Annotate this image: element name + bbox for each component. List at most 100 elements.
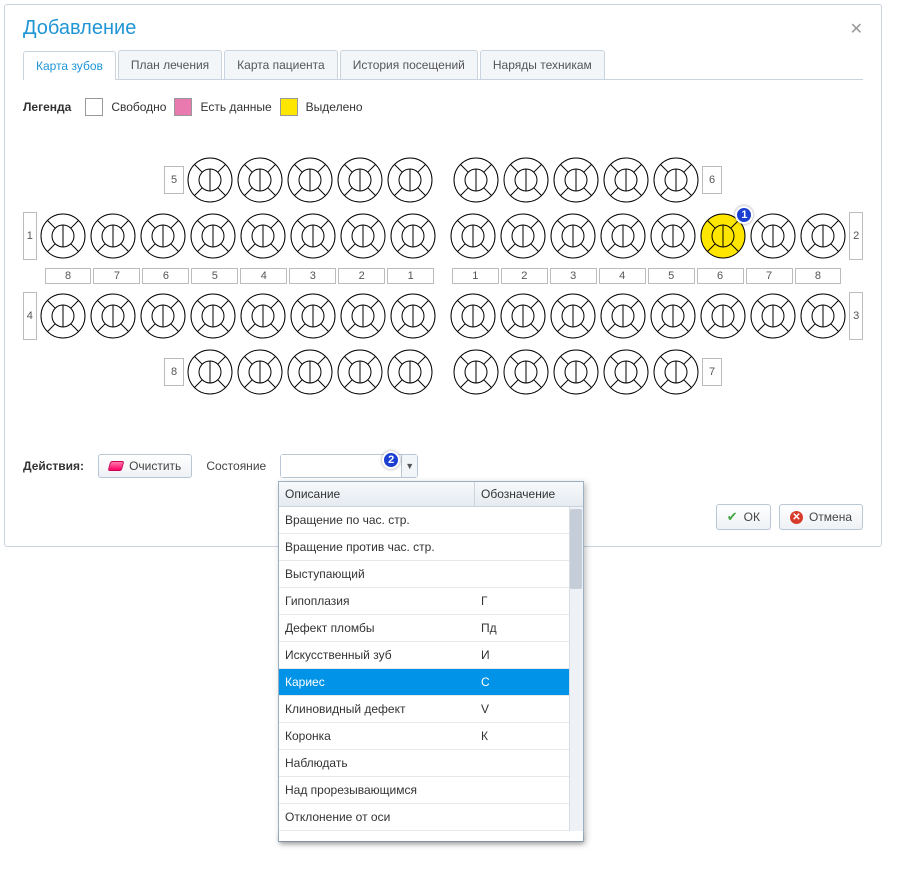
tooth[interactable] bbox=[502, 156, 550, 204]
tooth[interactable] bbox=[452, 156, 500, 204]
dropdown-row[interactable]: Наблюдать bbox=[279, 750, 583, 777]
dropdown-cell-desc: Коронка bbox=[279, 723, 475, 749]
tooth[interactable] bbox=[549, 292, 597, 340]
tab-0[interactable]: Карта зубов bbox=[23, 51, 116, 80]
tooth[interactable] bbox=[286, 156, 334, 204]
dropdown-scroll-thumb[interactable] bbox=[570, 509, 582, 589]
dropdown-cell-desc: Отклонение от оси bbox=[279, 804, 475, 830]
legend-selected-label: Выделено bbox=[306, 100, 363, 114]
dropdown-row[interactable]: Над прорезывающимся bbox=[279, 777, 583, 804]
tooth[interactable] bbox=[499, 212, 547, 260]
quadrant-label: 3 bbox=[849, 292, 863, 340]
tooth-number: 1 bbox=[452, 268, 499, 284]
tooth[interactable] bbox=[289, 292, 337, 340]
tooth[interactable] bbox=[649, 292, 697, 340]
dropdown-row[interactable]: КариесС bbox=[279, 669, 583, 696]
dropdown-cell-code bbox=[475, 804, 583, 830]
tooth[interactable] bbox=[186, 348, 234, 396]
tooth[interactable] bbox=[339, 292, 387, 340]
dropdown-cell-code bbox=[475, 561, 583, 587]
tooth[interactable] bbox=[699, 292, 747, 340]
tooth[interactable] bbox=[239, 292, 287, 340]
tooth[interactable] bbox=[139, 212, 187, 260]
dropdown-row[interactable]: Отклонение от оси bbox=[279, 804, 583, 831]
dropdown-cell-code bbox=[475, 750, 583, 776]
tooth[interactable] bbox=[89, 212, 137, 260]
tooth[interactable] bbox=[599, 212, 647, 260]
tooth[interactable] bbox=[502, 348, 550, 396]
tooth[interactable] bbox=[39, 292, 87, 340]
tooth[interactable] bbox=[652, 156, 700, 204]
dropdown-row[interactable]: ГипоплазияГ bbox=[279, 588, 583, 615]
tooth[interactable] bbox=[652, 348, 700, 396]
quadrant-label: 2 bbox=[849, 212, 863, 260]
tooth[interactable] bbox=[389, 292, 437, 340]
tooth[interactable] bbox=[339, 212, 387, 260]
dropdown-cell-code: V bbox=[475, 696, 583, 722]
tooth[interactable] bbox=[799, 212, 847, 260]
tooth[interactable] bbox=[236, 348, 284, 396]
dropdown-row[interactable]: Вращение против час. стр. bbox=[279, 534, 583, 561]
tooth[interactable] bbox=[552, 156, 600, 204]
tooth[interactable] bbox=[452, 348, 500, 396]
tooth-number: 8 bbox=[795, 268, 842, 284]
cancel-button[interactable]: ✕ Отмена bbox=[779, 504, 863, 530]
dropdown-body: Вращение по час. стр.Вращение против час… bbox=[279, 507, 583, 831]
tab-3[interactable]: История посещений bbox=[340, 50, 478, 79]
tooth[interactable] bbox=[336, 348, 384, 396]
tooth[interactable] bbox=[236, 156, 284, 204]
row-deciduous-lower: 8 bbox=[23, 348, 863, 396]
tooth[interactable] bbox=[386, 348, 434, 396]
tooth[interactable] bbox=[449, 292, 497, 340]
dropdown-cell-code: К bbox=[475, 723, 583, 749]
tooth[interactable] bbox=[139, 292, 187, 340]
tooth[interactable] bbox=[189, 212, 237, 260]
dropdown-row[interactable]: Дефект пломбыПд bbox=[279, 615, 583, 642]
tab-2[interactable]: Карта пациента bbox=[224, 50, 338, 79]
tooth[interactable] bbox=[286, 348, 334, 396]
tooth[interactable] bbox=[389, 212, 437, 260]
tooth[interactable] bbox=[499, 292, 547, 340]
tooth[interactable] bbox=[799, 292, 847, 340]
dropdown-row[interactable]: Вращение по час. стр. bbox=[279, 507, 583, 534]
tooth[interactable] bbox=[186, 156, 234, 204]
clear-button[interactable]: Очистить bbox=[98, 454, 192, 478]
dropdown-row[interactable]: КоронкаК bbox=[279, 723, 583, 750]
tooth[interactable] bbox=[449, 212, 497, 260]
tooth[interactable] bbox=[89, 292, 137, 340]
eraser-icon bbox=[108, 461, 125, 471]
torn-edge bbox=[279, 831, 583, 841]
tooth[interactable] bbox=[602, 156, 650, 204]
cancel-icon: ✕ bbox=[790, 511, 803, 524]
state-combo[interactable]: ▼ 2 bbox=[280, 454, 418, 478]
tooth-number: 2 bbox=[501, 268, 548, 284]
dropdown-row[interactable]: Выступающий bbox=[279, 561, 583, 588]
tooth[interactable] bbox=[749, 212, 797, 260]
dropdown-row[interactable]: Искусственный зубИ bbox=[279, 642, 583, 669]
tooth[interactable] bbox=[749, 292, 797, 340]
tooth[interactable] bbox=[599, 292, 647, 340]
tab-4[interactable]: Наряды техникам bbox=[480, 50, 605, 79]
tooth[interactable] bbox=[552, 348, 600, 396]
tooth[interactable] bbox=[289, 212, 337, 260]
close-icon[interactable]: ✕ bbox=[850, 19, 863, 39]
tooth[interactable] bbox=[549, 212, 597, 260]
tooth[interactable] bbox=[602, 348, 650, 396]
tooth[interactable] bbox=[39, 212, 87, 260]
tooth[interactable]: 1 bbox=[699, 212, 747, 260]
tooth[interactable] bbox=[386, 156, 434, 204]
dropdown-scrollbar[interactable] bbox=[569, 507, 583, 831]
ok-button[interactable]: ✔ ОК bbox=[716, 504, 771, 530]
tooth[interactable] bbox=[649, 212, 697, 260]
tooth[interactable] bbox=[336, 156, 384, 204]
dropdown-cell-desc: Гипоплазия bbox=[279, 588, 475, 614]
tooth[interactable] bbox=[239, 212, 287, 260]
row-deciduous-upper: 5 bbox=[23, 156, 863, 204]
dropdown-row[interactable]: Клиновидный дефектV bbox=[279, 696, 583, 723]
dropdown-cell-code bbox=[475, 534, 583, 560]
chevron-down-icon[interactable]: ▼ bbox=[401, 455, 417, 477]
cancel-button-label: Отмена bbox=[809, 510, 852, 524]
tooth[interactable] bbox=[189, 292, 237, 340]
tab-1[interactable]: План лечения bbox=[118, 50, 222, 79]
state-dropdown[interactable]: Описание Обозначение Вращение по час. ст… bbox=[278, 481, 584, 842]
